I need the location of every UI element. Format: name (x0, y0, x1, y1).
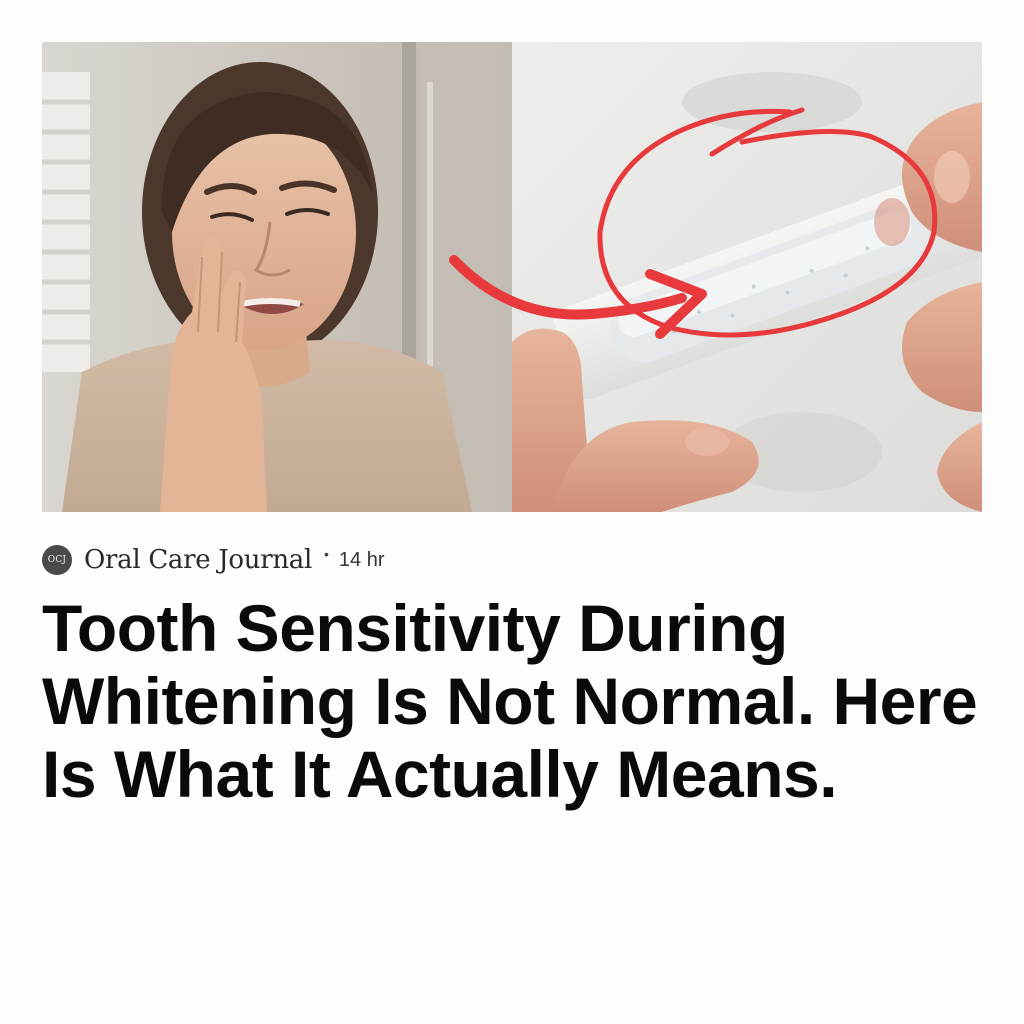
article-headline[interactable]: Tooth Sensitivity During Whitening Is No… (42, 592, 982, 811)
news-article-card[interactable]: OCJ Oral Care Journal • 14 hr Tooth Sens… (0, 0, 1024, 1024)
meta-separator: • (324, 546, 329, 562)
whitening-strip-photo (512, 42, 982, 512)
article-meta: OCJ Oral Care Journal • 14 hr (42, 544, 385, 576)
publisher-name-link[interactable]: Oral Care Journal (84, 545, 312, 575)
article-hero-image[interactable] (42, 42, 982, 512)
woman-tooth-pain-photo (42, 42, 512, 512)
publisher-logo-icon[interactable]: OCJ (42, 545, 72, 575)
published-time: 14 hr (338, 548, 385, 571)
